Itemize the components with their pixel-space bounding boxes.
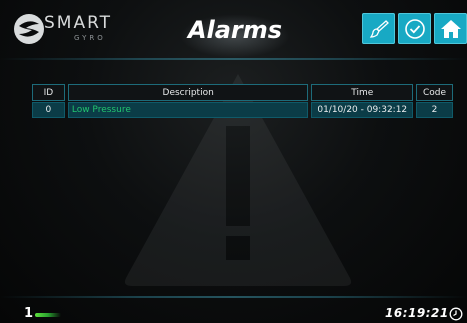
page-number: 1 bbox=[24, 306, 34, 321]
acknowledge-button[interactable] bbox=[398, 13, 431, 44]
gyro-logo-icon bbox=[14, 14, 44, 44]
alarm-description: Low Pressure bbox=[67, 102, 309, 118]
column-header-id: ID bbox=[32, 84, 65, 101]
header-bar: SMART GYRO Alarms bbox=[0, 0, 467, 60]
alarm-code: 2 bbox=[416, 102, 453, 118]
logo-subtext: GYRO bbox=[74, 34, 106, 42]
alarm-id: 0 bbox=[32, 102, 65, 118]
alarms-table: ID Description Time Code 0 Low Pressure … bbox=[29, 83, 456, 119]
home-button[interactable] bbox=[434, 13, 467, 44]
home-icon bbox=[440, 19, 461, 38]
logo-text: SMART bbox=[44, 13, 113, 33]
header-divider bbox=[0, 58, 467, 60]
clock-time: 16:19:21 bbox=[385, 306, 449, 320]
column-header-code: Code bbox=[416, 84, 453, 101]
brush-button[interactable] bbox=[362, 13, 395, 44]
alarm-time: 01/10/20 - 09:32:12 bbox=[311, 102, 414, 118]
footer-divider bbox=[0, 296, 467, 298]
table-header-row: ID Description Time Code bbox=[32, 84, 453, 101]
brush-icon bbox=[369, 19, 389, 38]
column-header-time: Time bbox=[311, 84, 414, 101]
page-title: Alarms bbox=[187, 16, 283, 44]
table-row[interactable]: 0 Low Pressure 01/10/20 - 09:32:12 2 bbox=[32, 102, 453, 118]
column-header-description: Description bbox=[67, 84, 309, 101]
page-indicator-led bbox=[35, 313, 61, 317]
check-circle-icon bbox=[404, 18, 425, 39]
clock-icon bbox=[449, 307, 463, 321]
alarms-screen: SMART GYRO Alarms ID Description Time Co… bbox=[0, 0, 467, 323]
